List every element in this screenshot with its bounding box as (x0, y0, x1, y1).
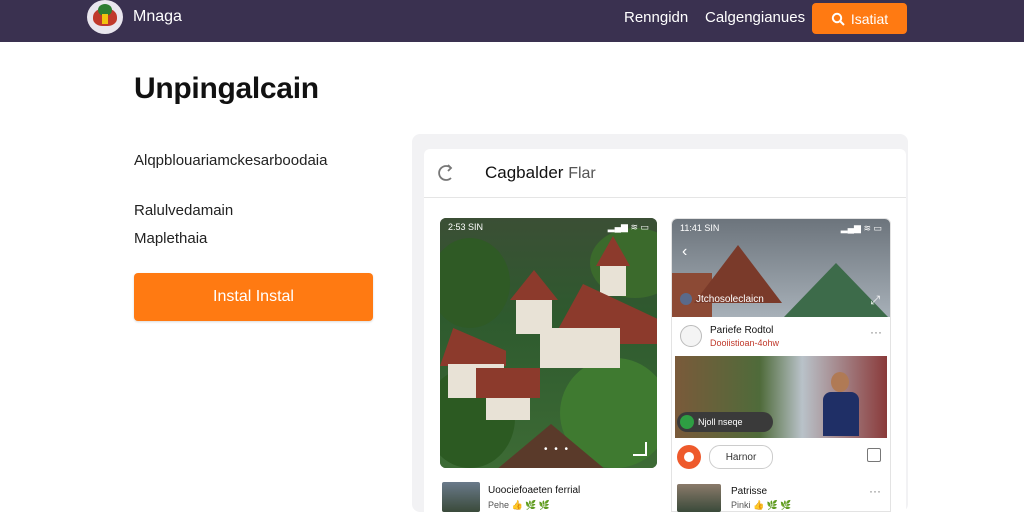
more-icon[interactable]: ··· (869, 484, 881, 498)
page-title: Unpingalcain (134, 72, 319, 105)
hero-text-line-1: Ralulvedamain (134, 202, 234, 219)
post-subtitle: Dooiistioan-4ohw (710, 338, 780, 348)
preview-title-main: Cagbalder (485, 163, 564, 182)
bookmark-icon[interactable] (867, 448, 881, 462)
like-button[interactable] (677, 445, 701, 469)
reply-button[interactable]: Harnor (709, 445, 773, 469)
post-thumbnail (677, 484, 721, 512)
top-nav-bar: Mnaga Renngidn Calgengianues Isatiat (0, 0, 1024, 42)
post-meta: Pehe 👍 🌿 🌿 (488, 500, 551, 510)
carousel-dots[interactable]: • • • (544, 444, 570, 455)
post-header: Pariefe Rodtol Dooiistioan-4ohw ··· (680, 325, 884, 353)
refresh-icon[interactable] (436, 162, 458, 184)
header-install-button[interactable]: Isatiat (812, 3, 907, 34)
post-title: Uoociefoaeten ferrial (488, 485, 581, 496)
chevron-left-icon[interactable]: ‹ (682, 243, 687, 261)
post-actions: Harnor (677, 444, 883, 470)
nav-link-1[interactable]: Renngidn (624, 9, 688, 26)
image-caption: Jtchosoleclaicn (680, 293, 764, 305)
post-meta: Pinki 👍 🌿 🌿 (731, 500, 792, 510)
more-icon[interactable]: ··· (870, 325, 882, 339)
phone1-status-time: 2:53 SIN (448, 222, 484, 232)
phone2-status-time: 11:41 SIN (680, 223, 720, 233)
post-title: Patrisse (731, 486, 768, 497)
phone-screen-1[interactable]: 2:53 SIN ▂▄▆ ≋ ▭ • • • (440, 218, 657, 468)
avatar[interactable] (680, 325, 702, 347)
brand-logo-icon[interactable] (87, 0, 123, 34)
post-thumbnail (442, 482, 480, 512)
phone1-status-icons: ▂▄▆ ≋ ▭ (607, 222, 649, 232)
person-image (819, 372, 863, 436)
check-icon (680, 415, 694, 429)
nav-link-2[interactable]: Calgengianues (705, 9, 805, 26)
search-icon (831, 12, 845, 26)
post-item-2[interactable]: Patrisse Pinki 👍 🌿 🌿 ··· (677, 484, 883, 512)
phone1-post-card[interactable]: Uoociefoaeten ferrial Pehe 👍 🌿 🌿 (440, 476, 657, 512)
hero-subline: Alqpblouariamckesarboodaia (134, 152, 328, 169)
hero-text-line-2: Maplethaia (134, 230, 208, 247)
header-install-label: Isatiat (850, 10, 889, 27)
preview-title: Cagbalder Flar (485, 163, 596, 183)
status-badge-label: Njoll nseqe (698, 417, 743, 427)
status-badge: Njoll nseqe (677, 412, 773, 432)
user-icon (680, 293, 692, 305)
post-author: Pariefe Rodtol (710, 325, 774, 336)
expand-icon[interactable] (633, 442, 647, 456)
share-icon[interactable]: ⤢ (870, 293, 880, 308)
brand-name[interactable]: Mnaga (133, 8, 182, 26)
preview-title-suffix: Flar (568, 165, 596, 182)
image-caption-text: Jtchosoleclaicn (696, 293, 764, 305)
install-button[interactable]: Instal Instal (134, 273, 373, 321)
phone2-status-icons: ▂▄▆ ≋ ▭ (840, 223, 882, 233)
